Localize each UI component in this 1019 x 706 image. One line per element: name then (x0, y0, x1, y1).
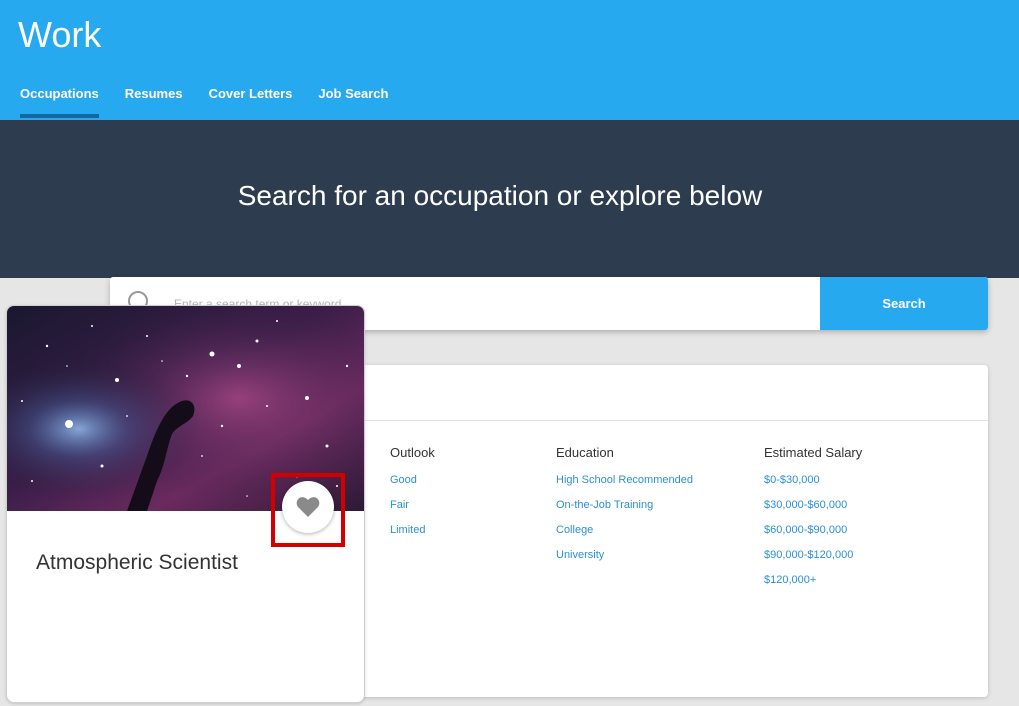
filter-education: Education High School Recommended On-the… (556, 445, 693, 574)
highlight-box (271, 473, 345, 547)
page: Work Occupations Resumes Cover Letters J… (0, 0, 1019, 706)
hero-heading: Search for an occupation or explore belo… (237, 180, 763, 211)
filter-option-good[interactable]: Good (390, 474, 435, 486)
nav-tabs: Occupations Resumes Cover Letters Job Se… (20, 86, 414, 118)
filter-option-university[interactable]: University (556, 549, 693, 561)
filter-heading-salary: Estimated Salary (764, 445, 863, 460)
occupation-card[interactable]: Atmospheric Scientist (6, 305, 365, 703)
filter-option-limited[interactable]: Limited (390, 524, 435, 536)
filter-option-on-the-job[interactable]: On-the-Job Training (556, 499, 693, 511)
app-title: Work (18, 14, 102, 55)
filter-option-salary-0-30k[interactable]: $0-$30,000 (764, 474, 862, 486)
filter-heading-outlook: Outlook (390, 445, 435, 460)
filter-salary: Estimated Salary $0-$30,000 $30,000-$60,… (764, 445, 862, 599)
filter-option-salary-30-60k[interactable]: $30,000-$60,000 (764, 499, 862, 511)
filter-option-salary-120k-plus[interactable]: $120,000+ (764, 574, 862, 586)
tab-occupations[interactable]: Occupations (20, 86, 99, 118)
filter-option-high-school[interactable]: High School Recommended (556, 474, 693, 486)
filter-option-salary-60-90k[interactable]: $60,000-$90,000 (764, 524, 862, 536)
tab-cover-letters[interactable]: Cover Letters (209, 86, 293, 101)
filter-heading-education: Education (556, 445, 614, 460)
hero-banner: Search for an occupation or explore belo… (0, 120, 1019, 278)
filter-outlook: Outlook Good Fair Limited (390, 445, 435, 549)
filter-option-college[interactable]: College (556, 524, 693, 536)
search-button[interactable]: Search (820, 277, 988, 330)
tab-resumes[interactable]: Resumes (125, 86, 183, 101)
app-header: Work Occupations Resumes Cover Letters J… (0, 0, 1019, 120)
tab-job-search[interactable]: Job Search (318, 86, 388, 101)
filter-option-salary-90-120k[interactable]: $90,000-$120,000 (764, 549, 862, 561)
filter-option-fair[interactable]: Fair (390, 499, 435, 511)
card-title: Atmospheric Scientist (36, 551, 238, 574)
